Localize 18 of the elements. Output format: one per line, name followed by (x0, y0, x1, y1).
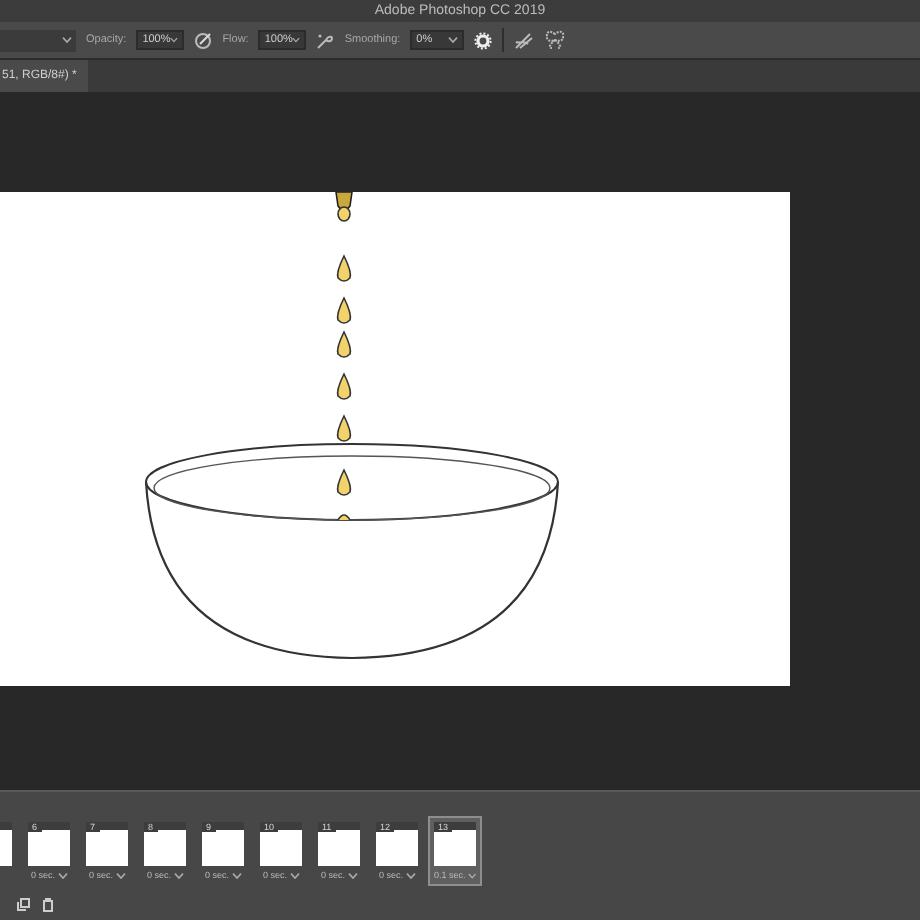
caret-icon[interactable] (170, 36, 179, 44)
delay-caret-icon[interactable] (115, 871, 125, 879)
delay-caret-icon[interactable] (231, 871, 241, 879)
pressure-size-icon[interactable] (514, 31, 535, 49)
settings-icon[interactable] (474, 31, 493, 49)
airbrush-icon[interactable] (316, 31, 335, 49)
trash-icon[interactable] (42, 898, 54, 912)
delay-caret-icon[interactable] (57, 871, 67, 879)
pressure-opacity-icon[interactable] (194, 31, 213, 49)
delay-caret-icon[interactable] (405, 871, 415, 879)
duplicate-frame-icon[interactable] (16, 898, 30, 912)
caret-icon[interactable] (448, 36, 459, 44)
delay-caret-icon[interactable] (347, 871, 357, 879)
caret-icon[interactable] (62, 36, 72, 44)
delay-caret-icon[interactable] (467, 871, 476, 879)
caret-icon[interactable] (292, 36, 301, 44)
delay-caret-icon[interactable] (289, 871, 299, 879)
delay-caret-icon[interactable] (173, 871, 183, 879)
